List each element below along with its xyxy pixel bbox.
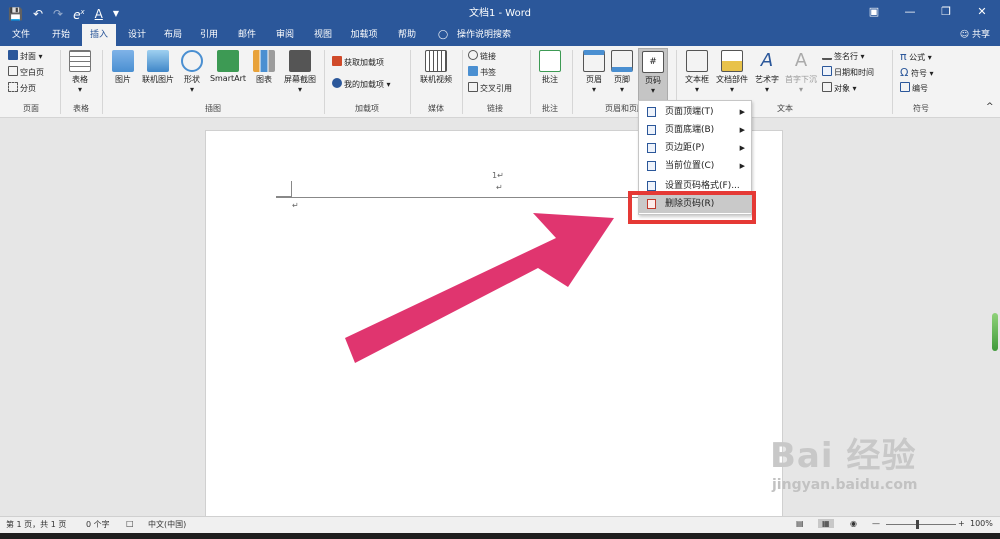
- watermark-url: jingyan.baidu.com: [772, 477, 918, 493]
- page-bottom-icon: [647, 125, 656, 135]
- format-page-numbers-icon: [647, 181, 656, 191]
- zoom-in-icon[interactable]: +: [958, 519, 965, 528]
- page-margins-icon: [647, 143, 656, 153]
- current-position-icon: [647, 161, 656, 171]
- read-mode-icon[interactable]: ▤: [796, 519, 804, 528]
- menu-bottom-of-page-label: 页面底端(B): [665, 125, 715, 135]
- menu-bottom-of-page[interactable]: 页面底端(B) ▶: [639, 121, 751, 139]
- page-count[interactable]: 第 1 页，共 1 页: [6, 519, 66, 530]
- taskbar: [0, 533, 1000, 539]
- menu-current-position-label: 当前位置(C): [665, 161, 715, 171]
- submenu-arrow-icon: ▶: [739, 162, 745, 170]
- print-layout-icon[interactable]: ▦: [818, 519, 834, 528]
- menu-page-margins[interactable]: 页边距(P) ▶: [639, 139, 751, 157]
- menu-current-position[interactable]: 当前位置(C) ▶: [639, 157, 751, 175]
- submenu-arrow-icon: ▶: [739, 126, 745, 134]
- web-layout-icon[interactable]: ◉: [850, 519, 857, 528]
- menu-page-margins-label: 页边距(P): [665, 143, 705, 153]
- highlight-box: [628, 191, 756, 224]
- arrow-shape: [345, 213, 614, 363]
- submenu-arrow-icon: ▶: [739, 108, 745, 116]
- menu-top-of-page[interactable]: 页面顶端(T) ▶: [639, 103, 751, 121]
- zoom-level[interactable]: 100%: [970, 519, 993, 528]
- zoom-slider-track[interactable]: [886, 524, 956, 525]
- page-top-icon: [647, 107, 656, 117]
- status-bar: 第 1 页，共 1 页 0 个字 □ 中文(中国) ▤ ▦ ◉ — + 100%: [0, 516, 1000, 533]
- language-indicator[interactable]: 中文(中国): [148, 519, 186, 530]
- proofing-icon[interactable]: □: [126, 519, 134, 528]
- watermark-brand: Bai 经验: [770, 436, 917, 476]
- menu-top-of-page-label: 页面顶端(T): [665, 107, 714, 117]
- zoom-slider-thumb[interactable]: [916, 520, 919, 529]
- baidu-watermark: Bai 经验 jingyan.baidu.com: [770, 428, 918, 493]
- zoom-out-icon[interactable]: —: [872, 519, 880, 528]
- submenu-arrow-icon: ▶: [739, 144, 745, 152]
- word-count[interactable]: 0 个字: [86, 519, 110, 530]
